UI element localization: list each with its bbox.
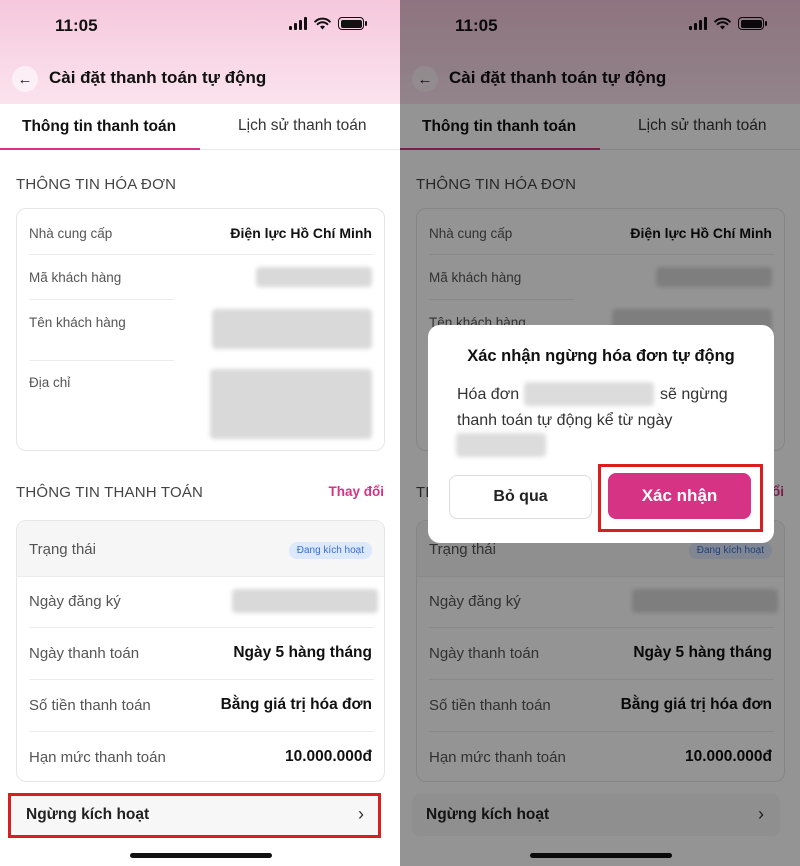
battery-icon (338, 17, 367, 30)
customer-code-redacted (256, 267, 372, 287)
provider-value: Điện lực Hồ Chí Minh (230, 225, 372, 241)
amount-value: Bằng giá trị hóa đơn (220, 696, 372, 713)
screen-right: 11:05 ← Cài đặt thanh toán tự động Thông… (400, 0, 800, 866)
change-link[interactable]: Thay đổi (328, 484, 384, 499)
signal-icon (289, 17, 307, 30)
highlight-frame (598, 464, 763, 532)
register-date-label: Ngày đăng ký (29, 593, 121, 610)
highlight-frame (8, 793, 381, 838)
divider (29, 731, 374, 732)
tab-payment-info[interactable]: Thông tin thanh toán (22, 118, 176, 136)
payment-date-value: Ngày 5 hàng tháng (233, 644, 372, 661)
status-label: Trạng thái (29, 541, 96, 558)
payment-card: Trạng thái Đang kích hoạt Ngày đăng ký N… (16, 520, 385, 782)
invoice-id-redacted (524, 382, 654, 406)
page-title: Cài đặt thanh toán tự động (49, 68, 267, 87)
invoice-section-title: THÔNG TIN HÓA ĐƠN (16, 176, 177, 193)
status-row: Trạng thái Đang kích hoạt (17, 521, 384, 577)
provider-label: Nhà cung cấp (29, 226, 113, 241)
status-icons (289, 17, 367, 30)
payment-date-label: Ngày thanh toán (29, 645, 140, 662)
back-button[interactable]: ← (12, 66, 38, 92)
dialog-text-prefix: Hóa đơn (457, 386, 520, 403)
divider (29, 679, 374, 680)
divider (29, 299, 174, 300)
date-redacted (456, 433, 546, 457)
divider (29, 627, 374, 628)
status-badge: Đang kích hoạt (288, 542, 372, 559)
arrow-left-icon: ← (17, 70, 33, 88)
status-time: 11:05 (55, 16, 98, 35)
screen-left: 11:05 ← Cài đặt thanh toán tự động Thông… (0, 0, 400, 866)
address-label: Địa chỉ (29, 375, 71, 390)
dialog-text-line2: thanh toán tự động kể từ ngày (457, 412, 673, 429)
amount-label: Số tiền thanh toán (29, 697, 151, 714)
divider (29, 254, 374, 255)
payment-section-title: THÔNG TIN THANH TOÁN (16, 484, 204, 501)
customer-name-redacted (212, 309, 372, 349)
wifi-icon (314, 17, 331, 30)
address-redacted (210, 369, 372, 439)
invoice-card: Nhà cung cấp Điện lực Hồ Chí Minh Mã khá… (16, 208, 385, 451)
customer-code-label: Mã khách hàng (29, 270, 122, 285)
skip-button[interactable]: Bỏ qua (449, 475, 592, 519)
register-date-redacted (232, 589, 378, 613)
dialog-title: Xác nhận ngừng hóa đơn tự động (467, 347, 735, 365)
active-tab-indicator (0, 148, 200, 150)
home-indicator (130, 853, 272, 858)
customer-name-label: Tên khách hàng (29, 315, 126, 330)
dialog-text-suffix: sẽ ngừng (660, 386, 728, 403)
tab-bar: Thông tin thanh toán Lịch sử thanh toán (0, 104, 400, 150)
divider (29, 360, 174, 361)
limit-value: 10.000.000đ (284, 748, 372, 765)
tab-payment-history[interactable]: Lịch sử thanh toán (238, 117, 366, 135)
limit-label: Hạn mức thanh toán (29, 749, 166, 766)
